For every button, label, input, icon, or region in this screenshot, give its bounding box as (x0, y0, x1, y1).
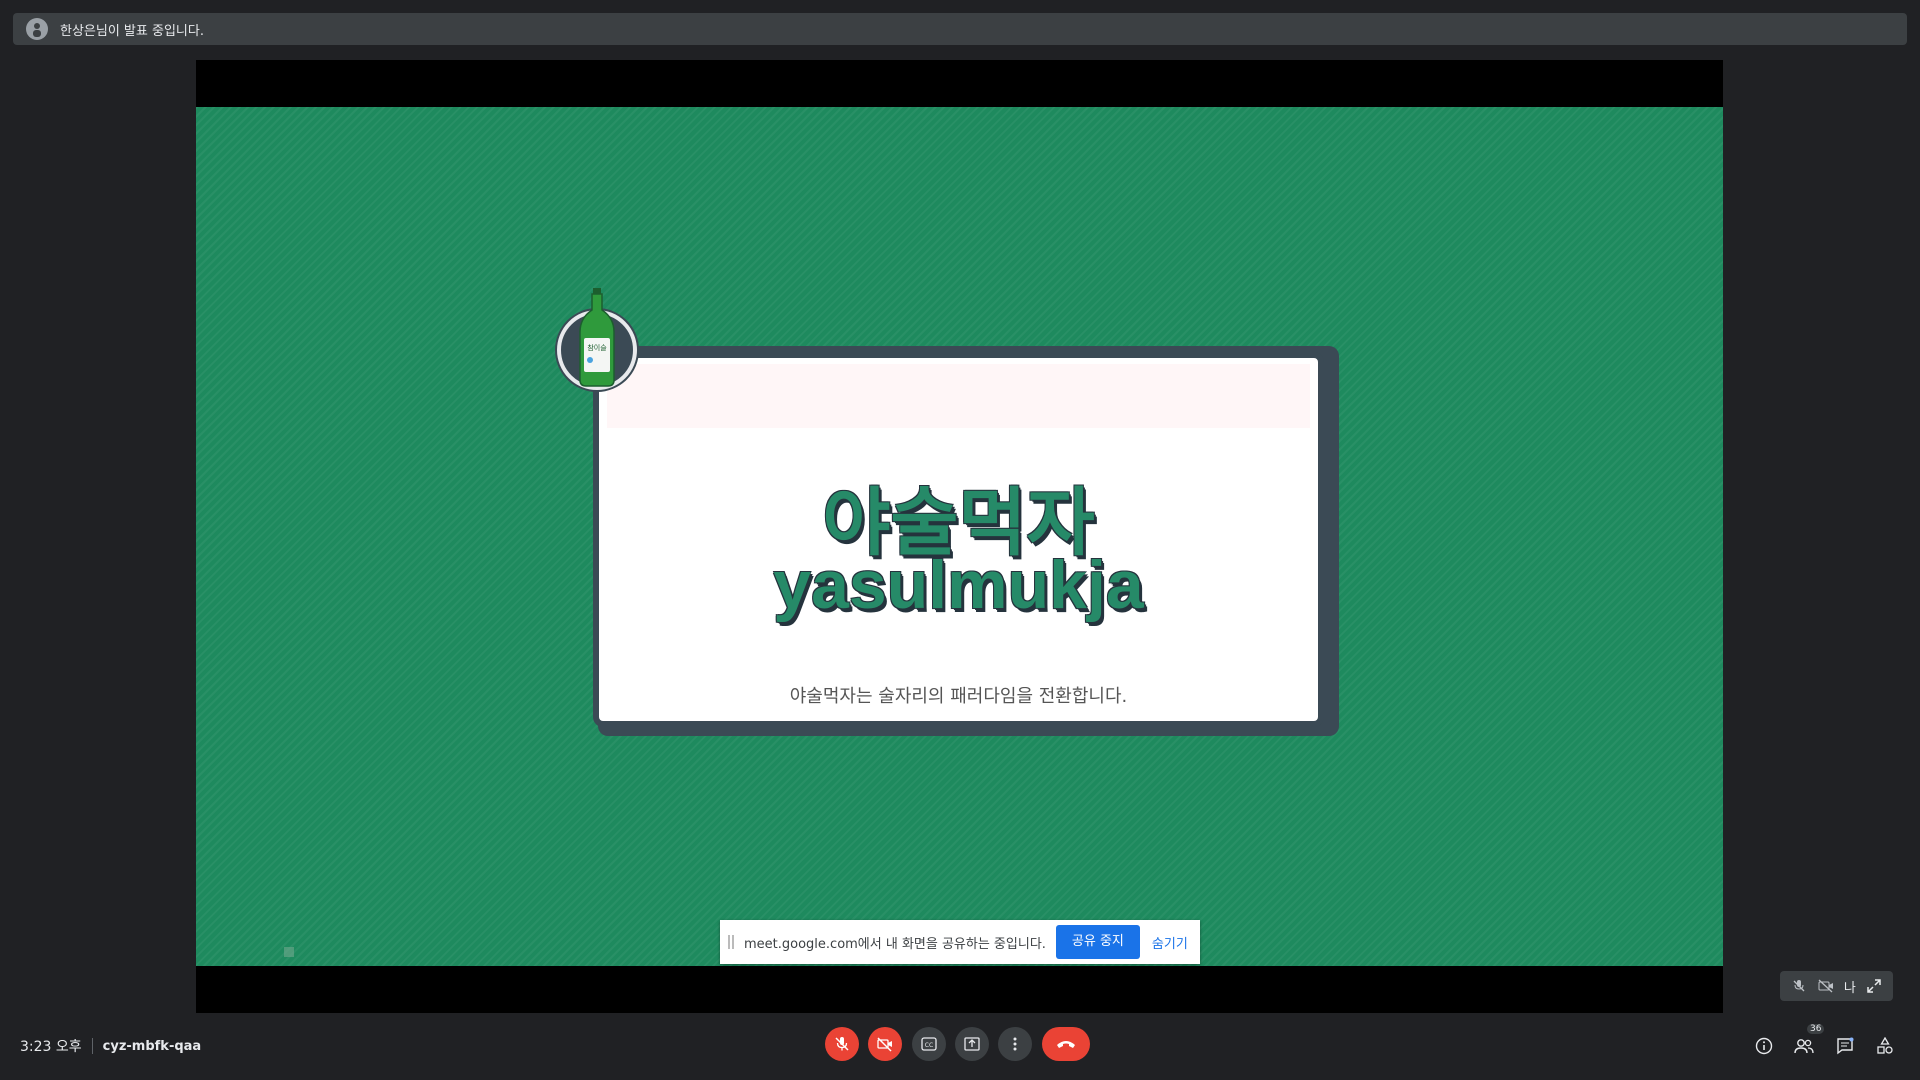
mic-off-icon (835, 1037, 849, 1051)
present-button[interactable] (955, 1027, 989, 1061)
camera-off-icon (1817, 977, 1835, 995)
mic-off-icon (1790, 977, 1808, 995)
camera-toggle-button[interactable] (868, 1027, 902, 1061)
self-label: 나 (1843, 980, 1856, 996)
soju-bottle-icon: 참이슬 (557, 288, 637, 390)
share-notice-message: meet.google.com에서 내 화면을 공유하는 중입니다. (744, 936, 1046, 952)
screen-share-notice: meet.google.com에서 내 화면을 공유하는 중입니다. 공유 중지… (720, 920, 1200, 964)
svg-text:CC: CC (925, 1042, 933, 1049)
self-view-tile[interactable]: 나 (1780, 971, 1893, 1001)
more-options-icon (1013, 1037, 1017, 1051)
hang-up-icon (1057, 1041, 1075, 1048)
captions-button[interactable]: CC (912, 1027, 946, 1061)
more-options-button[interactable] (998, 1027, 1032, 1061)
presenter-avatar-icon (26, 18, 48, 40)
bottle-label-text: 참이슬 (587, 343, 607, 352)
slide-title-english: yasulmukja (773, 547, 1144, 623)
people-icon (1794, 1039, 1814, 1054)
expand-icon[interactable] (1865, 977, 1883, 995)
info-icon (1755, 1037, 1773, 1055)
hide-notice-button[interactable]: 숨기기 (1152, 933, 1188, 952)
call-controls: CC (0, 1027, 1920, 1067)
presenter-banner: 한상은님이 발표 중입니다. (13, 13, 1907, 45)
presentation-slide: 야술먹자 yasulmukja 야술먹자는 술자리의 패러다임을 전환합니다. … (196, 107, 1723, 966)
stop-sharing-button[interactable]: 공유 중지 (1055, 925, 1140, 959)
title-card: 야술먹자 yasulmukja 야술먹자는 술자리의 패러다임을 전환합니다. (593, 352, 1324, 727)
slide-subtitle: 야술먹자는 술자리의 패러다임을 전환합니다. (789, 686, 1128, 707)
presenter-text: 한상은님이 발표 중입니다. (60, 23, 204, 39)
camera-off-icon (877, 1037, 892, 1052)
participants-count-badge: 36 (1807, 1024, 1825, 1034)
shared-screen: 야술먹자 yasulmukja 야술먹자는 술자리의 패러다임을 전환합니다. … (196, 60, 1723, 1013)
mic-toggle-button[interactable] (825, 1027, 859, 1061)
card-header-band (607, 364, 1310, 428)
present-screen-icon (964, 1037, 980, 1051)
captions-icon: CC (921, 1037, 937, 1051)
slide-watermark-mark (284, 947, 294, 957)
leave-call-button[interactable] (1042, 1027, 1090, 1061)
activities-button[interactable] (1873, 1034, 1897, 1058)
chat-button[interactable] (1833, 1034, 1857, 1058)
activities-icon (1877, 1037, 1893, 1054)
drag-handle-icon[interactable] (728, 935, 734, 949)
meeting-details-button[interactable] (1752, 1034, 1776, 1058)
participants-button[interactable] (1792, 1034, 1816, 1058)
chat-icon (1837, 1037, 1854, 1055)
